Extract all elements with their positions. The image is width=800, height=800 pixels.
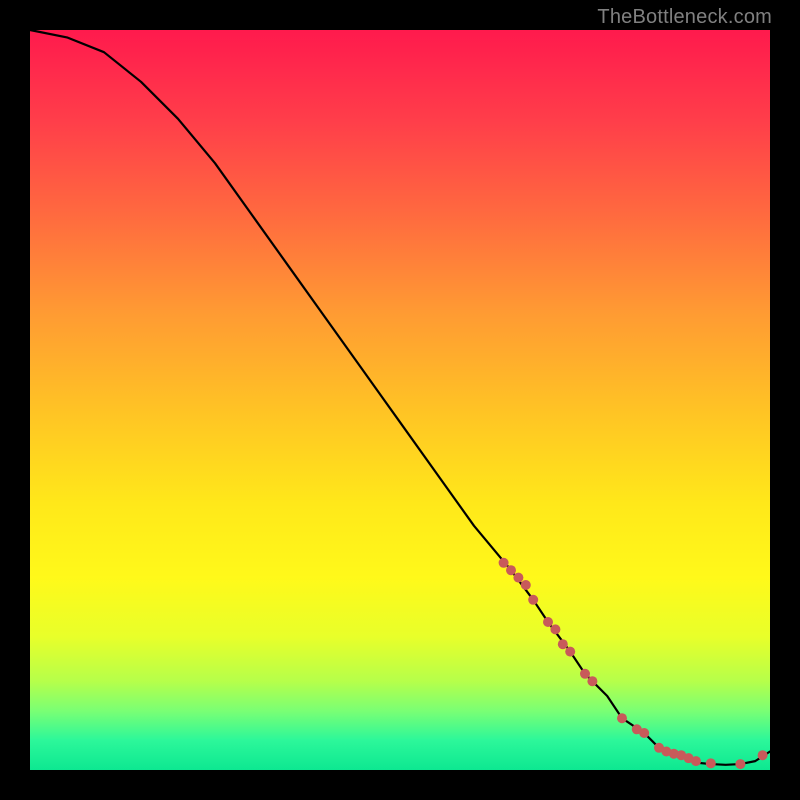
highlight-point <box>565 647 575 657</box>
highlight-point <box>528 595 538 605</box>
highlight-point <box>639 728 649 738</box>
highlight-point <box>706 758 716 768</box>
highlight-point <box>587 676 597 686</box>
highlight-point <box>758 750 768 760</box>
highlight-point <box>499 558 509 568</box>
highlight-point <box>617 713 627 723</box>
bottleneck-curve-path <box>30 30 770 765</box>
watermark-text: TheBottleneck.com <box>597 6 772 29</box>
highlight-point <box>691 756 701 766</box>
chart-frame: TheBottleneck.com <box>0 0 800 800</box>
highlight-points-group <box>499 558 768 769</box>
highlight-point <box>735 759 745 769</box>
highlight-point <box>580 669 590 679</box>
highlight-point <box>513 573 523 583</box>
plot-area <box>30 30 770 770</box>
highlight-point <box>558 639 568 649</box>
highlight-point <box>506 565 516 575</box>
highlight-point <box>521 580 531 590</box>
chart-svg <box>30 30 770 770</box>
highlight-point <box>543 617 553 627</box>
highlight-point <box>550 624 560 634</box>
